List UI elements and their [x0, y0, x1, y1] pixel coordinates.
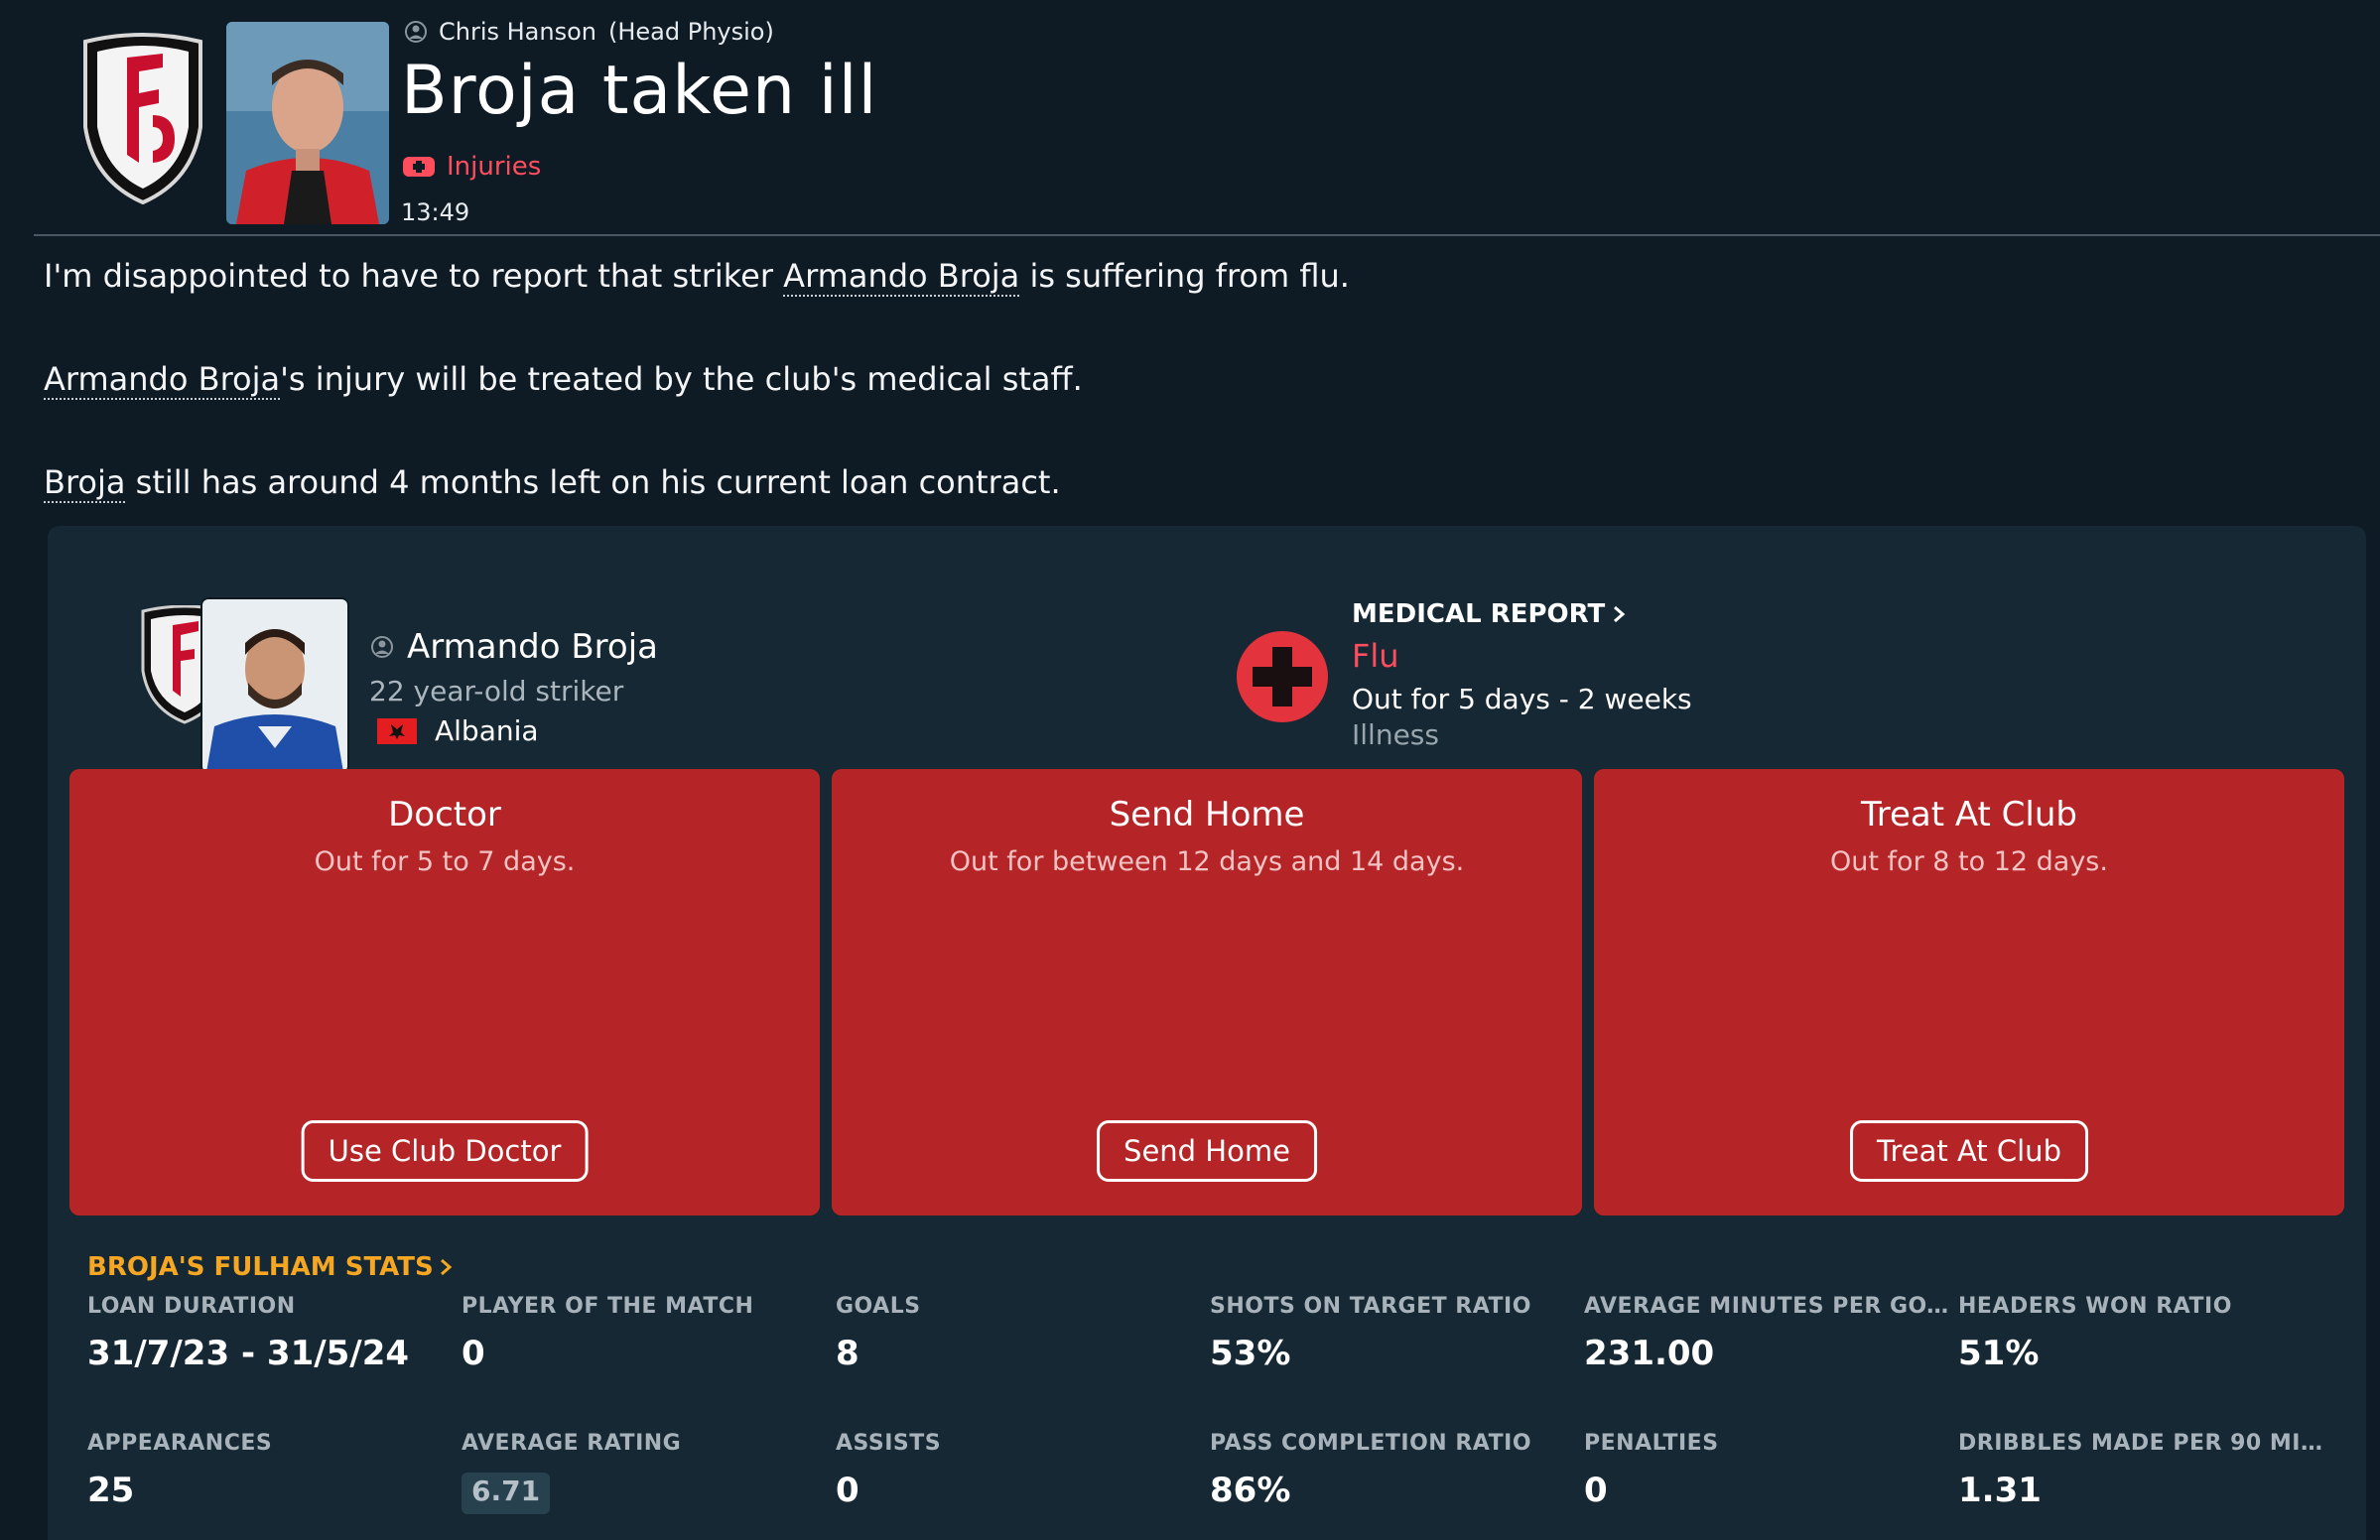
- message-text: I'm disappointed to have to report that …: [44, 257, 784, 295]
- stat-value: 1.31: [1958, 1471, 2042, 1510]
- medical-report-label: MEDICAL REPORT: [1352, 599, 1606, 629]
- player-link[interactable]: Armando Broja: [44, 360, 281, 400]
- sender-line: Chris Hanson (Head Physio): [405, 14, 774, 50]
- stat-value: 25: [87, 1471, 135, 1510]
- treat-at-club-button[interactable]: Treat At Club: [1850, 1120, 2088, 1182]
- stat-label: PLAYER OF THE MATCH: [462, 1294, 754, 1319]
- category-label: Injuries: [447, 152, 542, 182]
- message-text: is suffering from flu.: [1019, 257, 1350, 295]
- message-paragraph: I'm disappointed to have to report that …: [44, 250, 2326, 302]
- stat-average-rating: AVERAGE RATING 6.71: [462, 1431, 835, 1514]
- stat-label: DRIBBLES MADE PER 90 MINU...: [1958, 1431, 2331, 1456]
- option-doctor[interactable]: Doctor Out for 5 to 7 days. Use Club Doc…: [69, 769, 820, 1216]
- player-link[interactable]: Armando Broja: [783, 257, 1020, 297]
- option-title: Send Home: [1109, 795, 1305, 834]
- message-time: 13:49: [401, 198, 470, 226]
- player-card: Armando Broja 22 year-old striker Albani…: [91, 564, 985, 772]
- stat-assists: ASSISTS 0: [836, 1431, 1209, 1512]
- message-body: I'm disappointed to have to report that …: [44, 250, 2326, 508]
- chevron-right-icon: [440, 1258, 453, 1276]
- stat-label: APPEARANCES: [87, 1431, 273, 1456]
- stat-label: GOALS: [836, 1294, 921, 1319]
- stat-value: 8: [836, 1334, 859, 1373]
- stat-average-minutes-per-goal: AVERAGE MINUTES PER GOAL 231.00: [1584, 1294, 1957, 1375]
- message-paragraph: Armando Broja's injury will be treated b…: [44, 353, 2326, 405]
- player-portrait: [202, 599, 347, 772]
- sender-photo[interactable]: [226, 22, 389, 224]
- stat-value: 0: [836, 1471, 859, 1510]
- stat-value: 86%: [1210, 1471, 1291, 1510]
- injury-tag-icon: [403, 157, 435, 177]
- injury-type: Illness: [1352, 718, 1439, 751]
- stat-label: SHOTS ON TARGET RATIO: [1210, 1294, 1531, 1319]
- medical-report: MEDICAL REPORT Flu Out for 5 days - 2 we…: [1235, 564, 1929, 752]
- message-text: still has around 4 months left on his cu…: [125, 463, 1061, 501]
- stat-label: HEADERS WON RATIO: [1958, 1294, 2232, 1319]
- option-send-home[interactable]: Send Home Out for between 12 days and 14…: [832, 769, 1582, 1216]
- stat-label: PASS COMPLETION RATIO: [1210, 1431, 1532, 1456]
- stat-headers-won-ratio: HEADERS WON RATIO 51%: [1958, 1294, 2331, 1375]
- stat-label: LOAN DURATION: [87, 1294, 296, 1319]
- stat-label: PENALTIES: [1584, 1431, 1719, 1456]
- sender-role: (Head Physio): [608, 18, 774, 46]
- stats-grid: LOAN DURATION 31/7/23 - 31/5/24 PLAYER O…: [87, 1294, 2360, 1540]
- stat-goals: GOALS 8: [836, 1294, 1209, 1375]
- injury-duration: Out for 5 days - 2 weeks: [1352, 683, 1692, 715]
- page-title: Broja taken ill: [401, 52, 878, 130]
- player-link[interactable]: Broja: [44, 463, 126, 503]
- treatment-options: Doctor Out for 5 to 7 days. Use Club Doc…: [69, 769, 2344, 1216]
- message-text: 's injury will be treated by the club's …: [280, 360, 1083, 398]
- person-icon: [371, 636, 393, 658]
- stat-loan-duration: LOAN DURATION 31/7/23 - 31/5/24: [87, 1294, 461, 1375]
- message-header: Chris Hanson (Head Physio) Broja taken i…: [0, 0, 2380, 236]
- stat-value: 0: [462, 1334, 485, 1373]
- send-home-button[interactable]: Send Home: [1097, 1120, 1317, 1182]
- stat-value: 0: [1584, 1471, 1608, 1510]
- use-club-doctor-button[interactable]: Use Club Doctor: [301, 1120, 589, 1182]
- category-tag[interactable]: Injuries: [403, 149, 541, 185]
- medical-report-link[interactable]: MEDICAL REPORT: [1352, 599, 1627, 629]
- stat-appearances: APPEARANCES 25: [87, 1431, 461, 1512]
- stat-value: 31/7/23 - 31/5/24: [87, 1334, 410, 1373]
- option-subtitle: Out for 8 to 12 days.: [1830, 846, 2108, 877]
- option-subtitle: Out for between 12 days and 14 days.: [949, 846, 1465, 877]
- stat-label: AVERAGE RATING: [462, 1431, 682, 1456]
- albania-flag-icon: [377, 717, 417, 744]
- medical-cross-icon: [1237, 631, 1328, 722]
- player-description: 22 year-old striker: [369, 675, 624, 707]
- option-title: Treat At Club: [1860, 795, 2077, 834]
- message-paragraph: Broja still has around 4 months left on …: [44, 456, 2326, 508]
- option-treat-at-club[interactable]: Treat At Club Out for 8 to 12 days. Trea…: [1594, 769, 2344, 1216]
- player-nation[interactable]: Albania: [377, 714, 539, 747]
- person-icon: [405, 21, 427, 43]
- sender-portrait: [226, 22, 389, 224]
- injury-panel: Armando Broja 22 year-old striker Albani…: [48, 526, 2366, 1540]
- stat-penalties: PENALTIES 0: [1584, 1431, 1957, 1512]
- rating-badge: 6.71: [462, 1473, 551, 1514]
- stat-value: 231.00: [1584, 1334, 1715, 1373]
- fulham-crest-icon[interactable]: [75, 32, 210, 206]
- stat-dribbles-per-90: DRIBBLES MADE PER 90 MINU... 1.31: [1958, 1431, 2331, 1512]
- stat-label: ASSISTS: [836, 1431, 942, 1456]
- player-photo[interactable]: [202, 599, 347, 772]
- stat-pass-completion-ratio: PASS COMPLETION RATIO 86%: [1210, 1431, 1583, 1512]
- nation-name: Albania: [435, 714, 539, 747]
- stat-player-of-the-match: PLAYER OF THE MATCH 0: [462, 1294, 835, 1375]
- stat-shots-on-target-ratio: SHOTS ON TARGET RATIO 53%: [1210, 1294, 1583, 1375]
- stats-title: BROJA'S FULHAM STATS: [87, 1252, 434, 1282]
- stat-value: 53%: [1210, 1334, 1291, 1373]
- option-subtitle: Out for 5 to 7 days.: [314, 846, 576, 877]
- stats-link[interactable]: BROJA'S FULHAM STATS: [87, 1252, 454, 1282]
- stat-label: AVERAGE MINUTES PER GOAL: [1584, 1294, 1957, 1319]
- stat-value: 51%: [1958, 1334, 2040, 1373]
- sender-name[interactable]: Chris Hanson: [439, 18, 596, 46]
- chevron-right-icon: [1614, 605, 1626, 623]
- injury-name: Flu: [1352, 637, 1399, 675]
- player-name-row: Armando Broja: [371, 627, 658, 667]
- header-divider: [34, 234, 2380, 236]
- option-title: Doctor: [388, 795, 501, 834]
- player-name[interactable]: Armando Broja: [407, 627, 658, 667]
